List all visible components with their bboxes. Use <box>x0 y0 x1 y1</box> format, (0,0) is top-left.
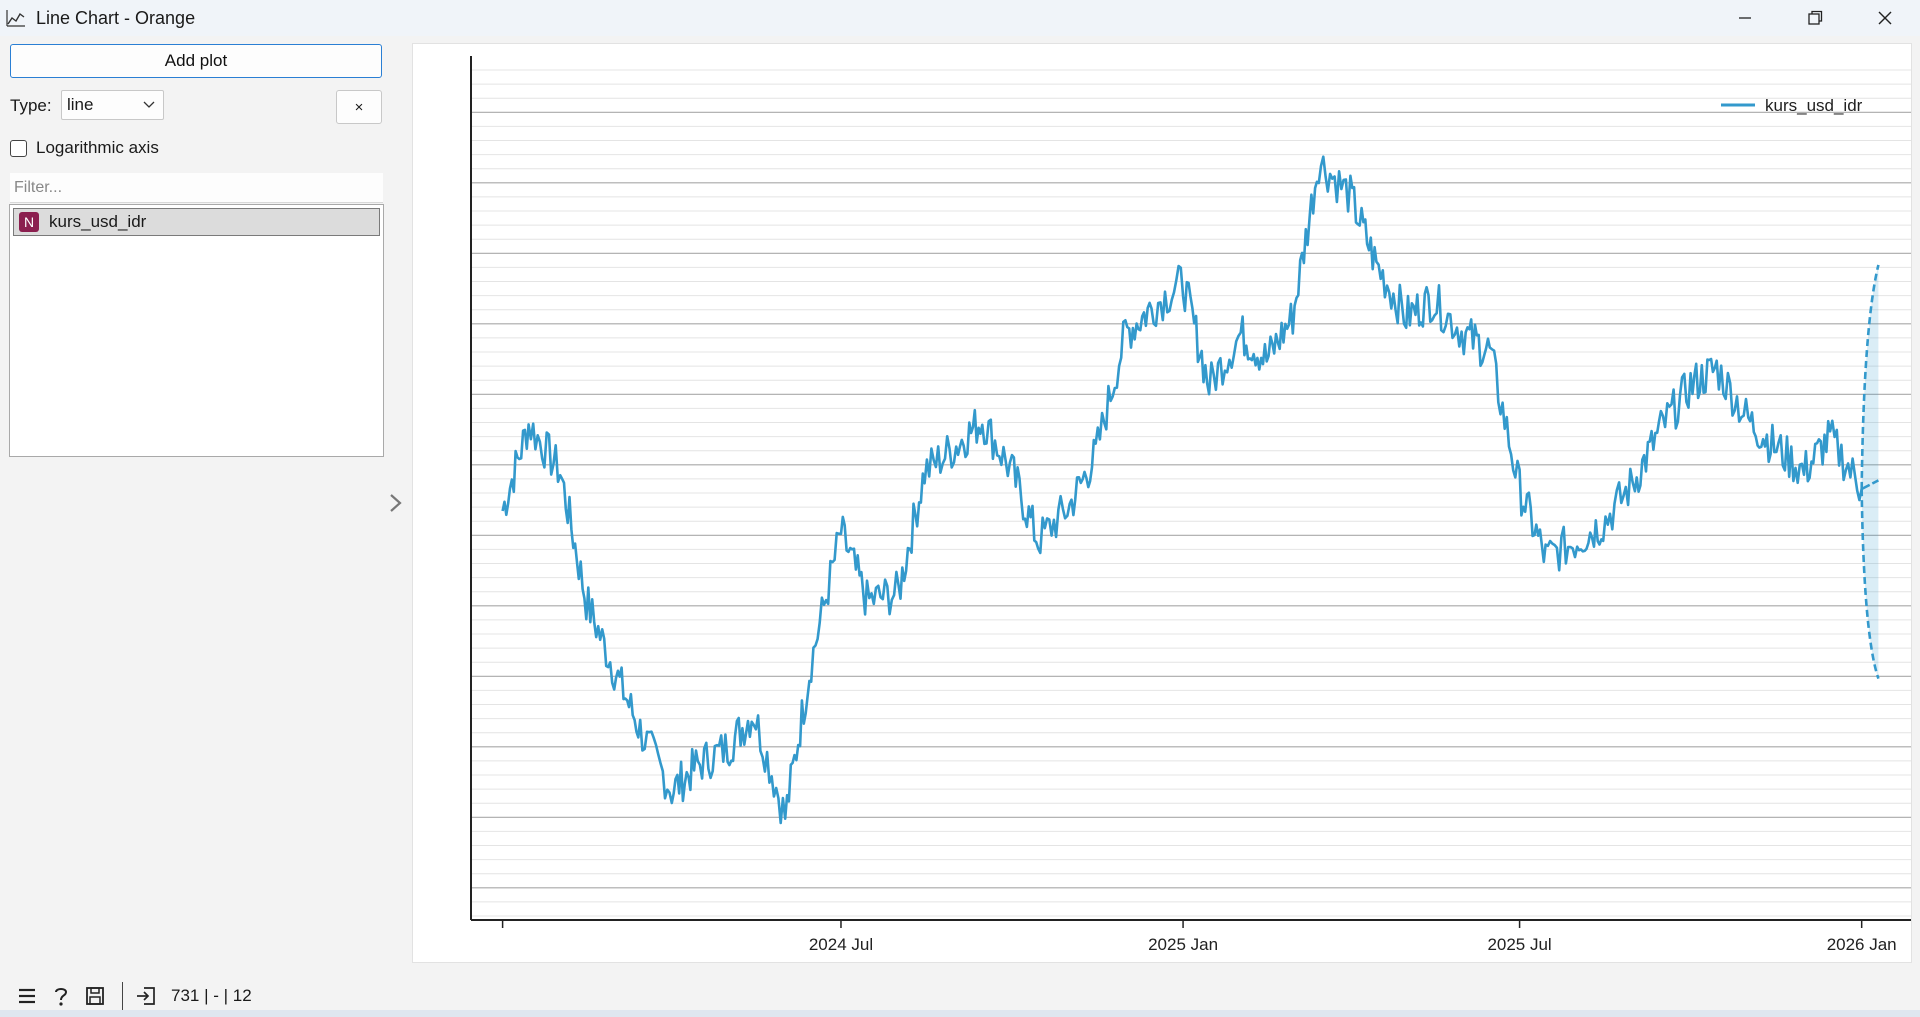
x-tick-label: 2025 Jul <box>1487 935 1551 954</box>
line-chart[interactable]: 2024 Jul 2025 Jan 2025 Jul 2026 Jan kurs_usd… <box>413 44 1913 964</box>
window-title: Line Chart - Orange <box>36 7 196 28</box>
plot-area[interactable]: 2024 Jul 2025 Jan 2025 Jul 2026 Jan kurs_usd… <box>412 43 1912 963</box>
x-tick-label: 2024 Jul <box>809 935 873 954</box>
series-line-kurs-usd-idr <box>501 155 1863 825</box>
filter-input[interactable] <box>10 173 383 203</box>
collapse-panel-icon[interactable] <box>386 490 406 516</box>
log-axis-label: Logarithmic axis <box>36 138 159 157</box>
type-select-value: line <box>67 95 94 114</box>
save-icon <box>86 987 104 1005</box>
numeric-variable-icon: N <box>19 212 39 232</box>
legend-label: kurs_usd_idr <box>1765 96 1863 115</box>
close-button[interactable] <box>1850 0 1920 36</box>
minimize-icon <box>1739 17 1751 19</box>
input-data-button[interactable] <box>133 985 159 1007</box>
data-summary: 731 | - | 12 <box>171 986 252 1005</box>
divider <box>122 982 123 1010</box>
restore-icon <box>1808 10 1823 25</box>
taskbar-edge <box>0 1010 1920 1017</box>
menu-icon <box>19 988 35 1004</box>
forecast-band <box>1861 264 1879 679</box>
remove-plot-button[interactable]: × <box>336 90 382 124</box>
type-label: Type: <box>10 96 52 115</box>
x-tick-label: 2025 Jan <box>1148 935 1218 954</box>
menu-button[interactable] <box>14 985 40 1007</box>
x-tick-label: 2026 Jan <box>1827 935 1897 954</box>
minimize-button[interactable] <box>1710 0 1780 36</box>
log-axis-checkbox[interactable] <box>10 139 27 157</box>
variable-name: kurs_usd_idr <box>49 212 147 231</box>
log-axis-row[interactable]: Logarithmic axis <box>10 138 159 158</box>
save-button[interactable] <box>82 985 108 1007</box>
title-bar: Line Chart - Orange <box>0 0 1920 36</box>
add-plot-button[interactable]: Add plot <box>10 44 382 78</box>
line-chart-icon <box>6 10 25 27</box>
input-icon <box>137 987 155 1005</box>
restore-button[interactable] <box>1780 0 1850 36</box>
help-button[interactable] <box>48 985 74 1007</box>
list-item[interactable]: N kurs_usd_idr <box>13 208 380 236</box>
close-icon <box>1878 11 1892 25</box>
control-panel: Add plot Type: line × Logarithmic axis N… <box>0 36 402 966</box>
help-icon <box>55 988 68 1006</box>
variable-list[interactable]: N kurs_usd_idr <box>9 204 384 457</box>
chevron-down-icon <box>143 101 155 108</box>
type-select[interactable]: line <box>61 90 164 120</box>
